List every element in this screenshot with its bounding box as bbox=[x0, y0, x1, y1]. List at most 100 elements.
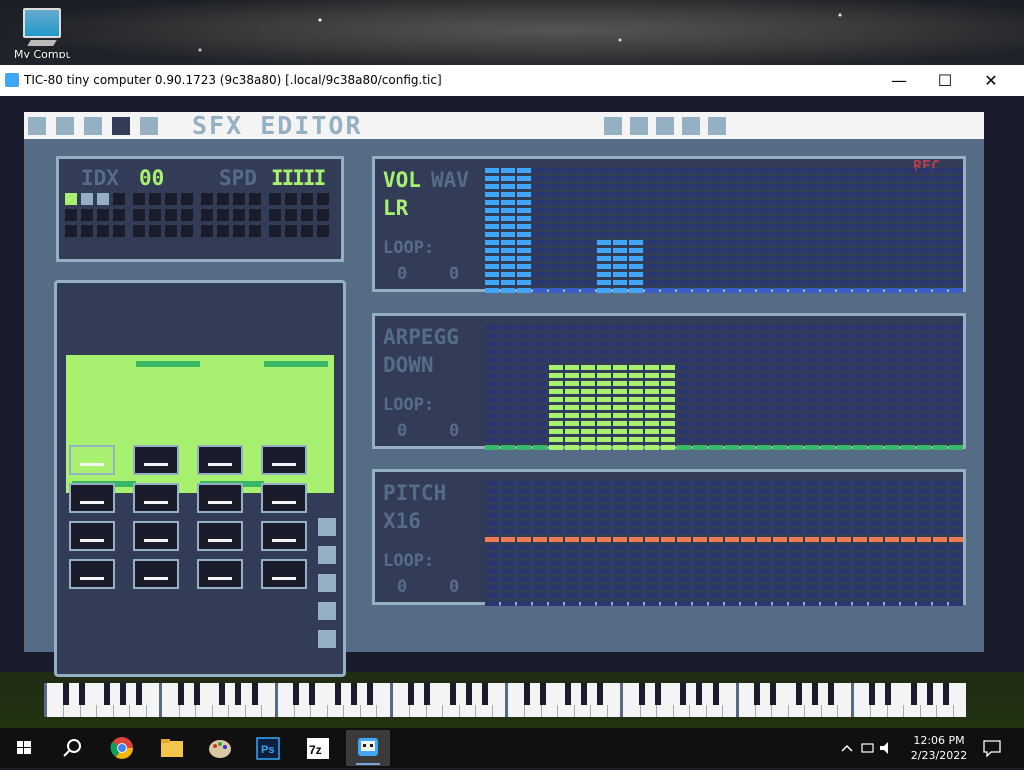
piano-black-key[interactable] bbox=[795, 683, 802, 705]
volume-bar[interactable] bbox=[533, 216, 547, 221]
arpeggio-bar[interactable] bbox=[693, 325, 707, 330]
pitch-bar[interactable] bbox=[517, 601, 531, 606]
pitch-bar[interactable] bbox=[485, 545, 499, 550]
pitch-bar[interactable] bbox=[645, 489, 659, 494]
volume-bar[interactable] bbox=[853, 280, 867, 285]
pitch-bar[interactable] bbox=[933, 561, 947, 566]
volume-bar[interactable] bbox=[709, 224, 723, 229]
pitch-bar[interactable] bbox=[661, 577, 675, 582]
pitch-bar[interactable] bbox=[709, 601, 723, 606]
arpeggio-bar[interactable] bbox=[565, 325, 579, 330]
pitch-bar[interactable] bbox=[789, 553, 803, 558]
arpeggio-bar[interactable] bbox=[885, 397, 899, 402]
pitch-bar[interactable] bbox=[661, 481, 675, 486]
arpeggio-bar[interactable] bbox=[629, 349, 643, 354]
arpeggio-bar[interactable] bbox=[933, 429, 947, 434]
pitch-bar[interactable] bbox=[677, 489, 691, 494]
volume-bar[interactable] bbox=[853, 168, 867, 173]
chrome-icon[interactable] bbox=[100, 730, 144, 766]
volume-bar[interactable] bbox=[853, 184, 867, 189]
pitch-bar[interactable] bbox=[789, 521, 803, 526]
arpeggio-bar[interactable] bbox=[581, 357, 595, 362]
pitch-bar[interactable] bbox=[901, 481, 915, 486]
waveform-slot-button[interactable] bbox=[133, 559, 179, 589]
pitch-bar[interactable] bbox=[597, 505, 611, 510]
arpeggio-bar[interactable] bbox=[725, 365, 739, 370]
arpeggio-bar[interactable] bbox=[709, 421, 723, 426]
arpeggio-bar[interactable] bbox=[853, 373, 867, 378]
volume-bar[interactable] bbox=[581, 224, 595, 229]
arpeggio-bar[interactable] bbox=[837, 357, 851, 362]
arpeggio-bar[interactable] bbox=[645, 429, 659, 434]
arpeggio-bar[interactable] bbox=[805, 421, 819, 426]
pitch-bar[interactable] bbox=[853, 481, 867, 486]
volume-bar[interactable] bbox=[901, 168, 915, 173]
sfx-slot[interactable] bbox=[217, 209, 229, 221]
pitch-bar[interactable] bbox=[741, 481, 755, 486]
pitch-bar[interactable] bbox=[549, 593, 563, 598]
arpeggio-bar[interactable] bbox=[725, 373, 739, 378]
arpeggio-bar[interactable] bbox=[613, 405, 627, 410]
volume-bar[interactable] bbox=[485, 208, 499, 213]
arpeggio-bar[interactable] bbox=[565, 381, 579, 386]
arpeggio-bar[interactable] bbox=[709, 397, 723, 402]
arpeggio-bar[interactable] bbox=[549, 325, 563, 330]
pitch-bar[interactable] bbox=[533, 513, 547, 518]
volume-bar[interactable] bbox=[613, 280, 627, 285]
pitch-bar[interactable] bbox=[837, 513, 851, 518]
arpeggio-bar[interactable] bbox=[565, 373, 579, 378]
pitch-bar[interactable] bbox=[773, 577, 787, 582]
minimize-button[interactable]: — bbox=[876, 65, 922, 96]
volume-bar[interactable] bbox=[821, 280, 835, 285]
pitch-bar[interactable] bbox=[949, 577, 963, 582]
volume-bar[interactable] bbox=[565, 184, 579, 189]
pitch-bar[interactable] bbox=[645, 553, 659, 558]
pitch-bar[interactable] bbox=[741, 489, 755, 494]
volume-bar[interactable] bbox=[917, 208, 931, 213]
arpeggio-bar[interactable] bbox=[869, 405, 883, 410]
pitch-bar[interactable] bbox=[773, 569, 787, 574]
pitch-tab[interactable]: PITCH bbox=[383, 482, 446, 504]
volume-bar[interactable] bbox=[581, 168, 595, 173]
arpeggio-bar[interactable] bbox=[821, 445, 835, 450]
pitch-bar[interactable] bbox=[501, 489, 515, 494]
pitch-bar[interactable] bbox=[501, 553, 515, 558]
piano-black-key[interactable] bbox=[309, 683, 316, 705]
volume-bar[interactable] bbox=[853, 192, 867, 197]
piano-black-key[interactable] bbox=[104, 683, 110, 705]
sfx-slot[interactable] bbox=[65, 209, 77, 221]
pitch-bar[interactable] bbox=[805, 505, 819, 510]
arpeggio-bar[interactable] bbox=[933, 357, 947, 362]
pitch-bar[interactable] bbox=[677, 521, 691, 526]
arpeggio-bar[interactable] bbox=[773, 381, 787, 386]
sfx-slot[interactable] bbox=[97, 209, 109, 221]
volume-bar[interactable] bbox=[949, 248, 963, 253]
arpeggio-bar[interactable] bbox=[901, 445, 915, 450]
arpeggio-bar[interactable] bbox=[821, 429, 835, 434]
piano-black-key[interactable] bbox=[78, 683, 85, 705]
piano-keyboard[interactable] bbox=[44, 683, 966, 717]
arpeggio-bar[interactable] bbox=[933, 373, 947, 378]
volume-bar[interactable] bbox=[805, 232, 819, 237]
pitch-bar[interactable] bbox=[757, 521, 771, 526]
pitch-bar[interactable] bbox=[853, 585, 867, 590]
arpeggio-bar[interactable] bbox=[485, 397, 499, 402]
volume-bar[interactable] bbox=[933, 184, 947, 189]
pitch-bar[interactable] bbox=[693, 601, 707, 606]
pitch-bar[interactable] bbox=[853, 577, 867, 582]
waveform-slot-button[interactable] bbox=[197, 445, 243, 475]
volume-bar[interactable] bbox=[933, 280, 947, 285]
arpeggio-bar[interactable] bbox=[725, 381, 739, 386]
clock[interactable]: 12:06 PM 2/23/2022 bbox=[900, 733, 978, 763]
pitch-bar[interactable] bbox=[773, 489, 787, 494]
arpeggio-bar[interactable] bbox=[933, 349, 947, 354]
arpeggio-bar[interactable] bbox=[757, 349, 771, 354]
code-editor-icon[interactable] bbox=[28, 117, 46, 135]
pitch-bar[interactable] bbox=[645, 521, 659, 526]
pitch-bar[interactable] bbox=[773, 553, 787, 558]
volume-bar[interactable] bbox=[565, 280, 579, 285]
arpeggio-bar[interactable] bbox=[709, 389, 723, 394]
volume-bar[interactable] bbox=[853, 288, 867, 293]
volume-bar[interactable] bbox=[581, 280, 595, 285]
volume-bar[interactable] bbox=[837, 264, 851, 269]
